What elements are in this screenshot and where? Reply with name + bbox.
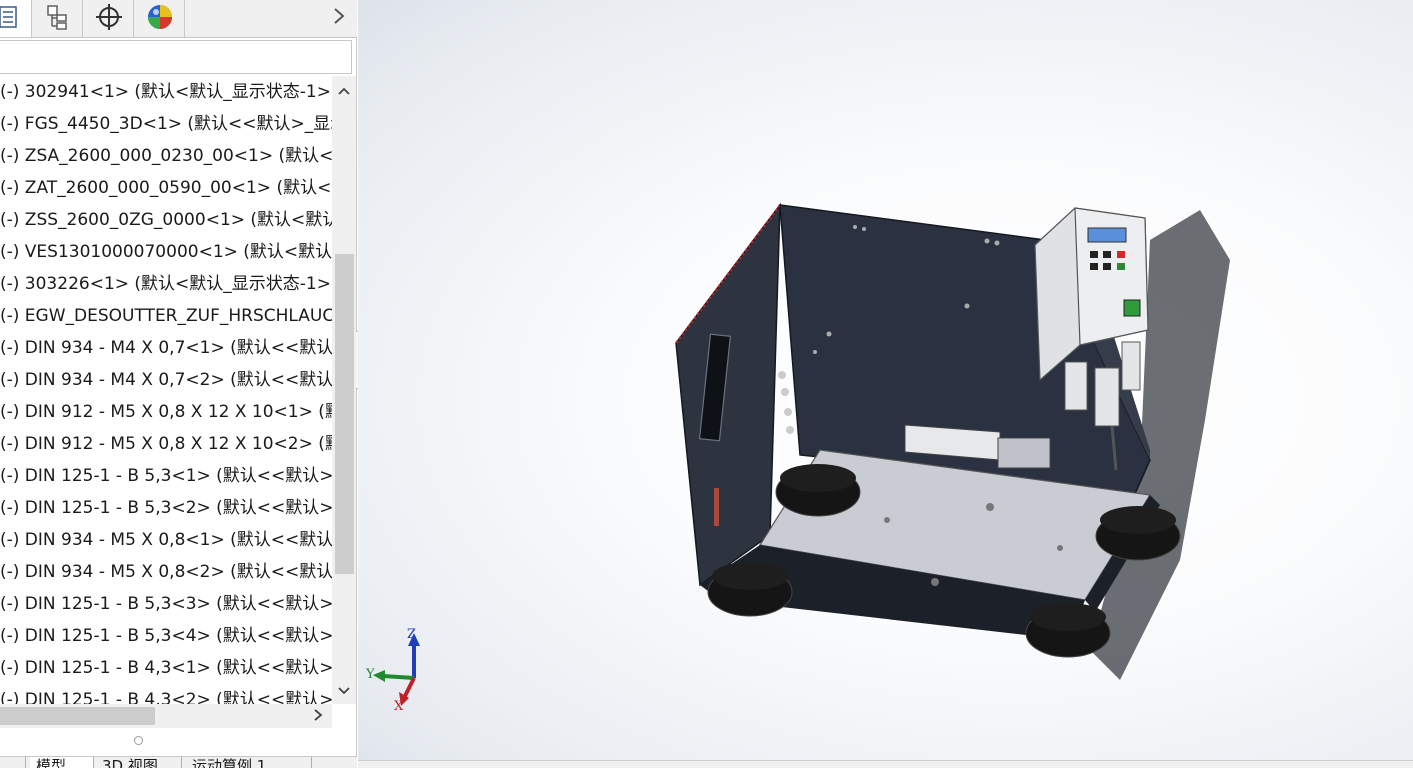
feature-tree-filter[interactable] xyxy=(0,40,352,74)
configuration-manager-icon xyxy=(44,3,72,35)
tree-item[interactable]: (-) DIN 934 - M4 X 0,7<1> (默认<<默认 xyxy=(0,332,332,364)
tab-motion-study[interactable]: 运动算例 1 xyxy=(186,757,312,768)
display-manager-icon xyxy=(145,2,175,36)
vertical-scroll-thumb[interactable] xyxy=(335,254,354,574)
tabs-more-arrow[interactable] xyxy=(327,4,351,32)
chevron-up-icon xyxy=(337,81,351,100)
tree-item[interactable]: (-) ZSA_2600_000_0230_00<1> (默认< xyxy=(0,140,332,172)
tree-item[interactable]: (-) 303226<1> (默认<默认_显示状态-1> xyxy=(0,268,331,300)
scroll-down-button[interactable] xyxy=(332,676,356,704)
feature-tree: (-) 302941<1> (默认<默认_显示状态-1> (-) FGS_445… xyxy=(0,76,332,704)
tree-item[interactable]: (-) VES1301000070000<1> (默认<默认 xyxy=(0,236,332,268)
tree-item[interactable]: (-) DIN 125-1 - B 5,3<1> (默认<<默认> xyxy=(0,460,332,492)
tree-item[interactable]: (-) FGS_4450_3D<1> (默认<<默认>_显示 xyxy=(0,108,332,140)
graphics-viewport[interactable]: Z Y X xyxy=(358,0,1413,767)
tree-item[interactable]: (-) DIN 125-1 - B 4,3<2> (默认<<默认> xyxy=(0,684,332,704)
tab-model[interactable]: 模型 xyxy=(30,757,94,768)
tree-item[interactable]: (-) DIN 125-1 - B 5,3<3> (默认<<默认> xyxy=(0,588,332,620)
tree-item[interactable]: (-) ZAT_2600_000_0590_00<1> (默认< xyxy=(0,172,331,204)
tree-item[interactable]: (-) DIN 934 - M5 X 0,8<2> (默认<<默认 xyxy=(0,556,332,588)
tree-item[interactable]: (-) DIN 912 - M5 X 0,8 X 12 X 10<2> (默 xyxy=(0,428,332,460)
tree-horizontal-scrollbar[interactable] xyxy=(0,704,332,728)
horizontal-scroll-thumb[interactable] xyxy=(0,707,155,725)
assembly-model[interactable] xyxy=(358,0,1413,767)
scroll-right-button[interactable] xyxy=(308,704,328,728)
tree-vertical-scrollbar[interactable] xyxy=(332,76,356,704)
tab-feature-manager[interactable] xyxy=(0,0,32,37)
chevron-right-icon xyxy=(332,6,346,30)
tree-item[interactable]: (-) 302941<1> (默认<默认_显示状态-1> xyxy=(0,76,331,108)
bottom-tab-bar: 模型 3D 视图 运动算例 1 xyxy=(0,756,357,768)
tree-item[interactable]: (-) DIN 934 - M4 X 0,7<2> (默认<<默认 xyxy=(0,364,332,396)
tree-item[interactable]: (-) DIN 125-1 - B 4,3<1> (默认<<默认> xyxy=(0,652,332,684)
triad-y-label: Y xyxy=(366,667,375,682)
tab-dimxpert[interactable] xyxy=(84,0,134,37)
tree-item[interactable]: (-) ZSS_2600_0ZG_0000<1> (默认<默认 xyxy=(0,204,332,236)
tree-item[interactable]: (-) DIN 125-1 - B 5,3<4> (默认<<默认> xyxy=(0,620,332,652)
triad-x-label: X xyxy=(394,699,404,714)
feature-manager-icon xyxy=(0,4,22,34)
tab-configuration-manager[interactable] xyxy=(33,0,83,37)
dimxpert-icon xyxy=(95,3,123,35)
chevron-right-icon xyxy=(313,707,323,726)
chevron-down-icon xyxy=(337,681,351,700)
panel-tab-bar xyxy=(0,0,357,38)
panel-resize-grip[interactable] xyxy=(134,736,143,745)
tab-scroll-left[interactable] xyxy=(0,757,26,768)
tree-item[interactable]: (-) DIN 934 - M5 X 0,8<1> (默认<<默认 xyxy=(0,524,332,556)
tab-display-manager[interactable] xyxy=(135,0,185,37)
scroll-up-button[interactable] xyxy=(332,76,356,104)
triad-z-label: Z xyxy=(407,627,417,642)
tab-3d-views[interactable]: 3D 视图 xyxy=(96,757,182,768)
tree-item[interactable]: (-) EGW_DESOUTTER_ZUF_HRSCHLAUC xyxy=(0,300,332,332)
feature-manager-panel: (-) 302941<1> (默认<默认_显示状态-1> (-) FGS_445… xyxy=(0,0,357,768)
tree-item[interactable]: (-) DIN 125-1 - B 5,3<2> (默认<<默认> xyxy=(0,492,332,524)
tree-item[interactable]: (-) DIN 912 - M5 X 0,8 X 12 X 10<1> (默 xyxy=(0,396,332,428)
